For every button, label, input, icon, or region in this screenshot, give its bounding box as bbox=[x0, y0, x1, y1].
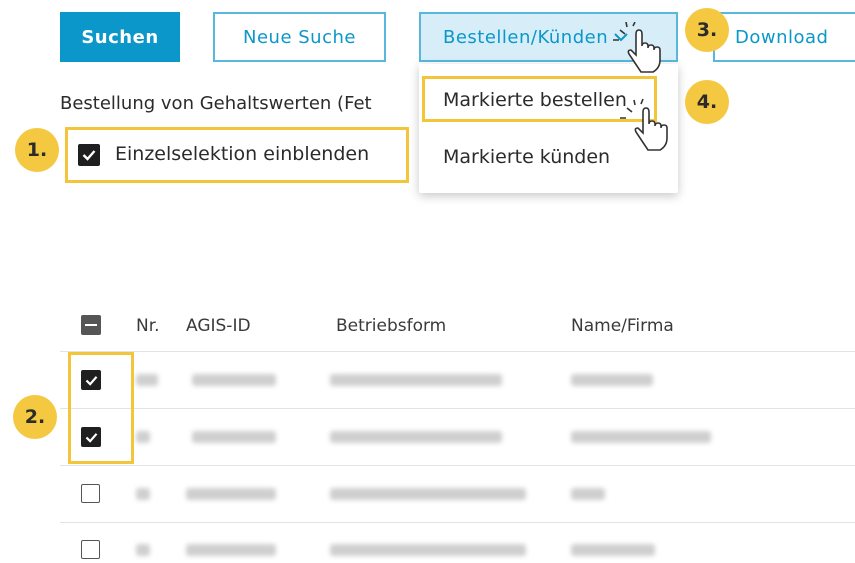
hand-pointer-icon bbox=[613, 22, 661, 73]
row-separator bbox=[60, 522, 855, 523]
hand-pointer-icon bbox=[620, 98, 668, 151]
blurred-cell bbox=[192, 374, 276, 386]
blurred-cell bbox=[192, 431, 276, 443]
blurred-cell bbox=[571, 374, 653, 386]
blurred-cell bbox=[330, 488, 526, 500]
row-checkbox[interactable] bbox=[81, 484, 100, 503]
blurred-cell bbox=[330, 544, 526, 556]
checkmark-icon bbox=[82, 150, 96, 161]
blurred-cell bbox=[571, 488, 605, 500]
new-search-button[interactable]: Neue Suche bbox=[213, 12, 386, 62]
step-marker-2: 2. bbox=[13, 395, 57, 439]
blurred-cell bbox=[330, 374, 502, 386]
search-button[interactable]: Suchen bbox=[60, 12, 180, 62]
blurred-cell bbox=[136, 374, 158, 386]
column-header-nr[interactable]: Nr. bbox=[136, 316, 160, 336]
single-selection-checkbox[interactable] bbox=[78, 144, 100, 166]
step-marker-4: 4. bbox=[685, 80, 729, 124]
column-header-name-firma[interactable]: Name/Firma bbox=[571, 316, 674, 336]
blurred-cell bbox=[136, 431, 150, 443]
row-separator bbox=[60, 465, 855, 466]
blurred-cell bbox=[136, 544, 150, 556]
order-cancel-label: Bestellen/Künden bbox=[443, 26, 609, 48]
step-marker-1: 1. bbox=[15, 128, 59, 172]
blurred-cell bbox=[571, 431, 711, 443]
single-selection-label: Einzelselektion einblenden bbox=[115, 143, 370, 165]
download-button[interactable]: Download bbox=[713, 12, 855, 62]
column-header-betriebsform[interactable]: Betriebsform bbox=[336, 316, 446, 336]
select-all-checkbox[interactable] bbox=[81, 315, 101, 335]
row-separator bbox=[60, 351, 855, 352]
column-header-agis-id[interactable]: AGIS-ID bbox=[186, 316, 251, 336]
blurred-cell bbox=[330, 431, 502, 443]
menu-item-label: Markierte künden bbox=[443, 146, 611, 168]
step-marker-3: 3. bbox=[685, 8, 729, 52]
row-separator bbox=[60, 408, 855, 409]
blurred-cell bbox=[571, 544, 655, 556]
blurred-cell bbox=[186, 544, 276, 556]
highlight-box-2 bbox=[68, 352, 134, 464]
minus-icon bbox=[85, 324, 97, 326]
row-checkbox[interactable] bbox=[81, 540, 100, 559]
info-text: Bestellung von Gehaltswerten (Fet bbox=[60, 93, 372, 114]
blurred-cell bbox=[186, 488, 276, 500]
blurred-cell bbox=[136, 488, 150, 500]
